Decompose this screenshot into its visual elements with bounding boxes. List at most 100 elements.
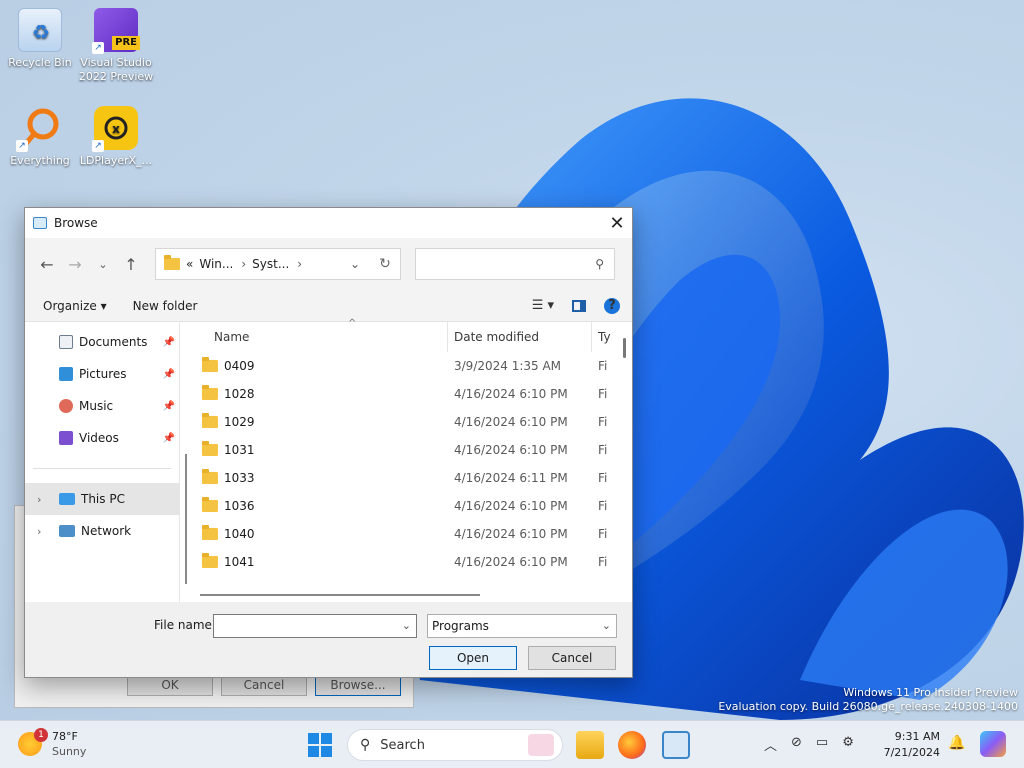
nav-item-pictures[interactable]: Pictures 📌: [25, 358, 179, 390]
breadcrumb-windows[interactable]: Win...: [199, 257, 233, 271]
date-modified-cell: 4/16/2024 6:10 PM: [454, 387, 568, 401]
date-modified-cell: 4/16/2024 6:10 PM: [454, 527, 568, 541]
ldplayer-icon: x ↗: [92, 106, 138, 152]
notification-bell-icon[interactable]: 🔔: [948, 735, 965, 751]
file-row[interactable]: 1033 4/16/2024 6:11 PM Fi: [200, 464, 632, 492]
breadcrumb-separator-icon: ›: [241, 257, 247, 271]
search-highlight-icon: [528, 734, 554, 756]
file-row[interactable]: 1029 4/16/2024 6:10 PM Fi: [200, 408, 632, 436]
dialog-body: Documents 📌 Pictures 📌 Music 📌 Videos 📌 …: [25, 318, 632, 602]
desktop-icon-recycle-bin[interactable]: ♻ Recycle Bin: [0, 8, 80, 70]
desktop-icon-ldplayer[interactable]: x ↗ LDPlayerX_...: [76, 106, 156, 168]
column-header-date-modified[interactable]: Date modified: [448, 322, 592, 352]
file-type-select[interactable]: Programs ⌄: [427, 614, 617, 638]
back-arrow-icon[interactable]: ←: [33, 255, 61, 274]
file-name-cell: 1040: [200, 525, 448, 541]
column-header-type[interactable]: Ty: [592, 322, 622, 352]
close-icon[interactable]: ✕: [602, 213, 632, 234]
column-header-name[interactable]: Name: [200, 322, 448, 352]
command-bar: Organize ▾ New folder ☰ ▾ ?: [25, 290, 632, 322]
breadcrumb-overflow[interactable]: «: [186, 257, 193, 271]
music-icon: [59, 399, 73, 413]
refresh-icon[interactable]: ↻: [370, 256, 400, 272]
horizontal-scrollbar[interactable]: [200, 594, 480, 596]
pin-icon[interactable]: 📌: [163, 369, 175, 380]
vertical-scrollbar[interactable]: [623, 338, 626, 358]
expand-chevron-icon[interactable]: ›: [37, 493, 41, 506]
view-options-icon[interactable]: ☰ ▾: [532, 298, 554, 313]
desktop-icon-visual-studio[interactable]: PRE ↗ Visual Studio 2022 Preview: [76, 8, 156, 84]
nav-item-music[interactable]: Music 📌: [25, 390, 179, 422]
firefox-icon[interactable]: [618, 731, 646, 759]
forward-arrow-icon[interactable]: →: [61, 255, 89, 274]
address-bar[interactable]: « Win... › Syst... › ⌄ ↻: [155, 248, 401, 280]
breadcrumb-system[interactable]: Syst...: [252, 257, 289, 271]
sunny-weather-icon: 1: [18, 728, 48, 756]
dialog-titlebar[interactable]: Browse ✕: [25, 208, 632, 238]
folder-icon: [164, 255, 180, 270]
file-name-dropdown-icon[interactable]: ⌄: [402, 619, 411, 632]
type-cell: Fi: [598, 443, 608, 457]
network-disconnected-icon[interactable]: ⊘: [791, 735, 802, 754]
breadcrumb-separator-icon[interactable]: ›: [297, 257, 302, 271]
file-row[interactable]: 1036 4/16/2024 6:10 PM Fi: [200, 492, 632, 520]
start-button[interactable]: [308, 733, 332, 757]
show-hidden-icons-chevron-icon[interactable]: ︿: [764, 735, 777, 754]
type-cell: Fi: [598, 387, 608, 401]
nav-item-this-pc[interactable]: › This PC: [25, 483, 179, 515]
file-name-input[interactable]: ⌄: [213, 614, 417, 638]
file-explorer-icon[interactable]: [576, 731, 604, 759]
pictures-icon: [59, 367, 73, 381]
weather-condition: Sunny: [52, 745, 87, 758]
file-row[interactable]: 1040 4/16/2024 6:10 PM Fi: [200, 520, 632, 548]
expand-chevron-icon[interactable]: ›: [37, 525, 41, 538]
date-modified-cell: 3/9/2024 1:35 AM: [454, 359, 562, 373]
display-icon[interactable]: ▭: [816, 735, 828, 754]
file-row[interactable]: 1031 4/16/2024 6:10 PM Fi: [200, 436, 632, 464]
shortcut-arrow-icon: ↗: [16, 140, 28, 152]
weather-widget[interactable]: 1 78°F Sunny: [18, 728, 87, 759]
documents-icon: [59, 335, 73, 349]
folder-icon: [202, 525, 218, 540]
new-folder-button[interactable]: New folder: [133, 299, 198, 313]
folder-icon: [202, 441, 218, 456]
pin-icon[interactable]: 📌: [163, 337, 175, 348]
preview-pane-icon[interactable]: [572, 299, 586, 312]
open-button[interactable]: Open: [429, 646, 517, 670]
file-row[interactable]: 1041 4/16/2024 6:10 PM Fi: [200, 548, 632, 576]
recent-locations-chevron-icon[interactable]: ⌄: [89, 258, 117, 271]
search-input[interactable]: ⚲: [415, 248, 615, 280]
copilot-icon[interactable]: [980, 731, 1006, 757]
file-row[interactable]: 0409 3/9/2024 1:35 AM Fi: [200, 352, 632, 380]
file-row[interactable]: 1028 4/16/2024 6:10 PM Fi: [200, 380, 632, 408]
nav-item-network[interactable]: › Network: [25, 515, 179, 547]
recycle-bin-icon: ♻: [18, 8, 62, 52]
nav-item-documents[interactable]: Documents 📌: [25, 326, 179, 358]
svg-text:x: x: [112, 122, 120, 136]
organize-button[interactable]: Organize ▾: [43, 299, 107, 313]
volume-icon[interactable]: ⚙: [842, 735, 854, 754]
folder-icon: [202, 469, 218, 484]
browse-dialog: Browse ✕ ← → ⌄ ↑ « Win... › Syst... › ⌄ …: [24, 207, 633, 678]
taskbar-search[interactable]: ⚲ Search: [347, 729, 563, 761]
taskbar: 1 78°F Sunny ⚲ Search ︿ ⊘ ▭ ⚙ 9:31 AM 7/…: [0, 720, 1024, 768]
file-list: ^ Name Date modified Ty 0409 3/9/2024 1:3…: [180, 318, 632, 602]
shortcut-arrow-icon: ↗: [92, 42, 104, 54]
file-name-cell: 1028: [200, 385, 448, 401]
desktop-icon-everything[interactable]: ↗ Everything: [0, 106, 80, 168]
search-icon: ⚲: [595, 257, 604, 271]
windows-logo-icon: [308, 733, 319, 744]
cancel-button[interactable]: Cancel: [528, 646, 616, 670]
type-cell: Fi: [598, 471, 608, 485]
browse-window-taskbar-icon[interactable]: [662, 731, 690, 759]
clock[interactable]: 9:31 AM 7/21/2024: [880, 729, 940, 761]
pin-icon[interactable]: 📌: [163, 401, 175, 412]
folder-icon: [202, 413, 218, 428]
pin-icon[interactable]: 📌: [163, 433, 175, 444]
file-name-cell: 1031: [200, 441, 448, 457]
help-icon[interactable]: ?: [604, 297, 620, 314]
up-arrow-icon[interactable]: ↑: [117, 255, 145, 274]
address-dropdown-icon[interactable]: ⌄: [350, 257, 360, 271]
folder-icon: [202, 357, 218, 372]
nav-item-videos[interactable]: Videos 📌: [25, 422, 179, 454]
